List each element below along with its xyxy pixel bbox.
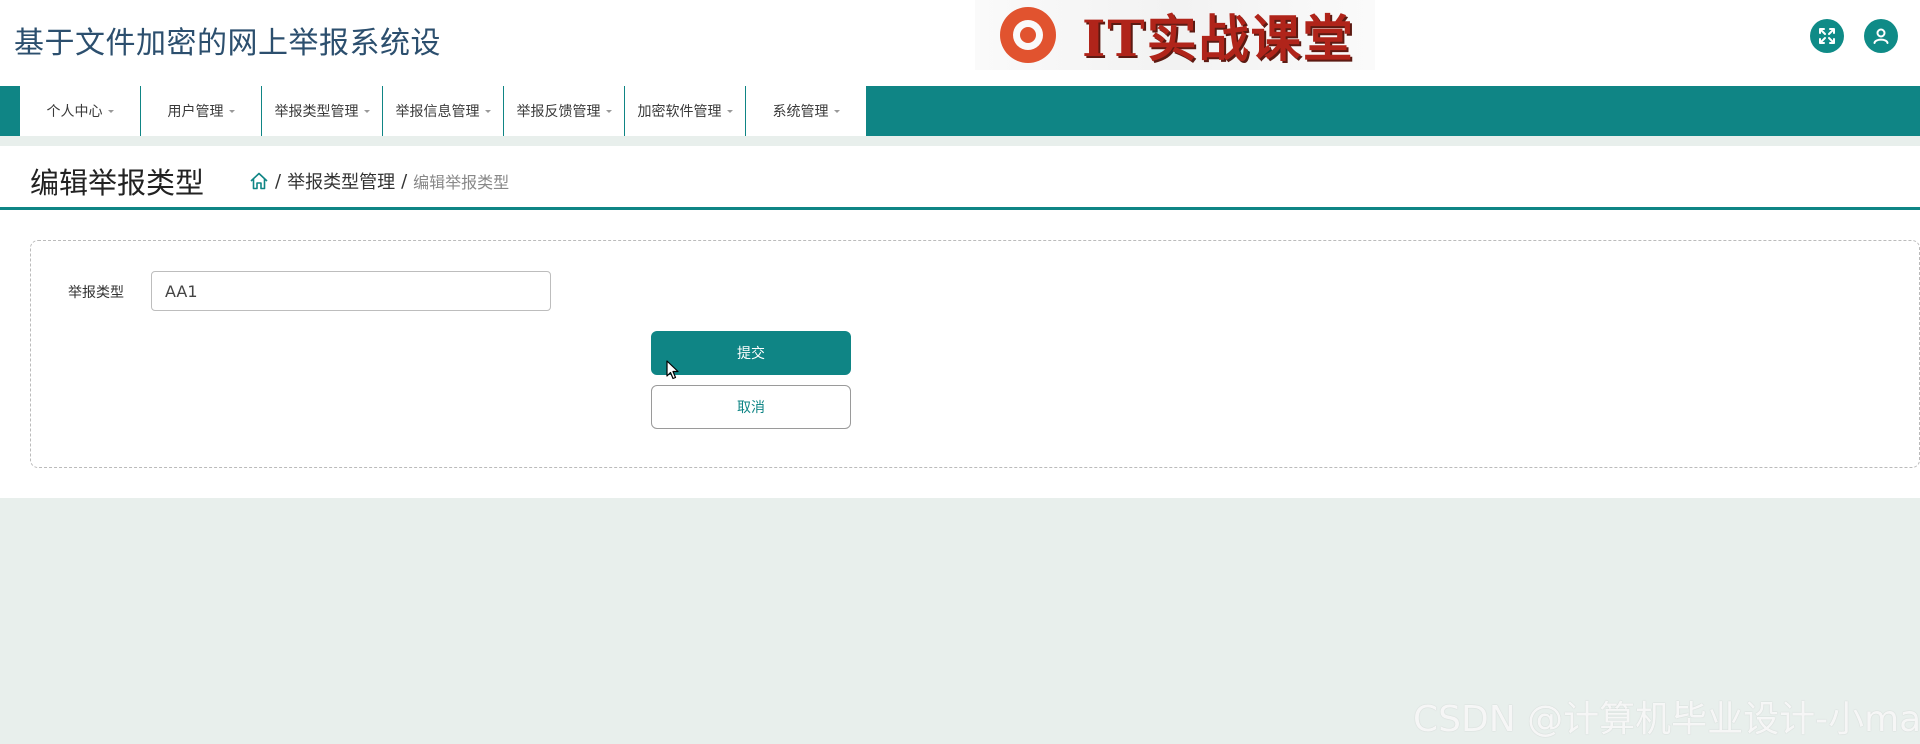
- cancel-button[interactable]: 取消: [651, 385, 851, 429]
- caret-down-icon: [228, 109, 235, 113]
- caret-down-icon: [484, 109, 491, 113]
- nav-item-label: 系统管理: [772, 104, 829, 120]
- app-title: 基于文件加密的网上举报系统设: [14, 26, 441, 61]
- caret-down-icon: [107, 109, 114, 113]
- caret-down-icon: [833, 109, 840, 113]
- nav-item-report-type-management[interactable]: 举报类型管理: [262, 86, 382, 136]
- nav-item-report-info-management[interactable]: 举报信息管理: [383, 86, 503, 136]
- fullscreen-button[interactable]: [1810, 19, 1844, 53]
- fullscreen-icon: [1819, 28, 1835, 44]
- submit-button[interactable]: 提交: [651, 331, 851, 375]
- breadcrumb-link-report-type-management[interactable]: 举报类型管理: [287, 168, 395, 194]
- mouse-cursor-icon: [666, 360, 679, 380]
- top-header: 基于文件加密的网上举报系统设 IT实战课堂: [0, 0, 1920, 86]
- nav-item-label: 举报反馈管理: [516, 104, 601, 120]
- user-menu-button[interactable]: [1864, 19, 1898, 53]
- page-title: 编辑举报类型: [30, 166, 205, 200]
- nav-divider: [0, 136, 1920, 146]
- caret-down-icon: [363, 109, 370, 113]
- nav-item-user-management[interactable]: 用户管理: [141, 86, 261, 136]
- nav-item-label: 加密软件管理: [637, 104, 722, 120]
- nav-item-personal-center[interactable]: 个人中心: [20, 86, 140, 136]
- breadcrumb-separator: /: [275, 170, 282, 192]
- logo-text: IT实战课堂: [1082, 9, 1355, 68]
- logo: IT实战课堂: [975, 0, 1375, 70]
- main-nav: 个人中心 用户管理 举报类型管理 举报信息管理 举报反馈管理 加密软件管理 系统…: [0, 86, 1920, 136]
- watermark: CSDN @计算机毕业设计-小ma: [1413, 699, 1920, 740]
- report-type-label: 举报类型: [68, 285, 124, 301]
- title-underline: [0, 207, 1920, 210]
- home-icon[interactable]: [249, 171, 269, 191]
- breadcrumb-separator: /: [401, 170, 408, 192]
- logo-mark-icon: [1000, 7, 1056, 63]
- nav-item-label: 用户管理: [167, 104, 224, 120]
- nav-item-label: 个人中心: [46, 104, 103, 120]
- nav-item-label: 举报类型管理: [274, 104, 359, 120]
- nav-item-system-management[interactable]: 系统管理: [746, 86, 866, 136]
- breadcrumb: / 举报类型管理 / 编辑举报类型: [249, 168, 509, 194]
- caret-down-icon: [726, 109, 733, 113]
- report-type-input[interactable]: [151, 271, 551, 311]
- caret-down-icon: [605, 109, 612, 113]
- nav-item-label: 举报信息管理: [395, 104, 480, 120]
- user-icon: [1873, 28, 1889, 44]
- breadcrumb-current: 编辑举报类型: [413, 173, 510, 192]
- nav-item-report-feedback-management[interactable]: 举报反馈管理: [504, 86, 624, 136]
- nav-item-encryption-software-management[interactable]: 加密软件管理: [625, 86, 745, 136]
